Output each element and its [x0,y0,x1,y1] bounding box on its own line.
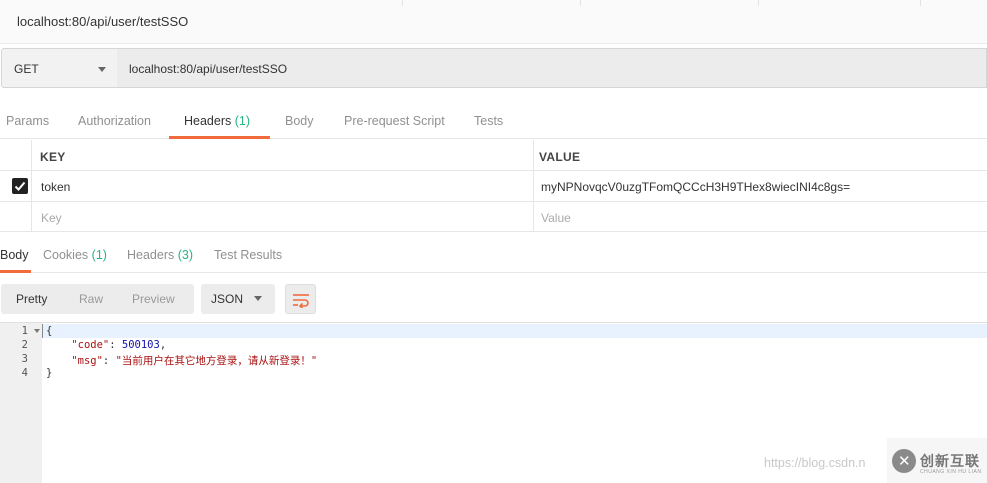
brand-logo: ✕ 创新互联 CHUANG XIN HU LIAN [887,438,987,483]
tab-response-headers-count: (3) [177,248,194,262]
tab-cookies-label: Cookies [43,248,89,262]
line-number-gutter: 1 2 3 4 [0,323,42,483]
tab-divider [758,0,759,6]
tab-tests[interactable]: Tests [474,114,503,128]
preview-button[interactable]: Preview [132,292,175,306]
new-value-input[interactable]: Value [533,202,987,231]
text-cursor [42,324,43,338]
tab-response-headers-label: Headers [127,248,175,262]
tab-response-body[interactable]: Body [0,248,29,262]
format-button-group: Pretty Raw Preview [1,284,194,314]
tab-params[interactable]: Params [6,114,49,128]
json-key-msg: "msg" [71,355,103,367]
chevron-down-icon [254,296,262,301]
url-bar: GET localhost:80/api/user/testSSO [0,48,987,88]
tab-headers-count: (1) [234,114,251,128]
tab-divider [920,0,921,6]
response-tabs: Body Cookies (1) Headers (3) Test Result… [0,240,987,273]
code-line: "msg": "当前用户在其它地方登录，请从新登录！" [71,355,318,367]
open-brace: { [46,325,53,337]
chevron-down-icon [98,67,106,72]
key-placeholder: Key [41,211,62,225]
code-line: } [46,367,52,379]
code-line: { [46,325,52,337]
value-column-header: VALUE [533,140,987,170]
key-header-label: KEY [40,150,66,164]
header-key-cell[interactable]: token [31,171,533,201]
table-row-empty: Key Value [0,202,987,232]
active-tab-underline [169,136,270,139]
wrap-lines-icon [293,294,309,308]
checkmark-icon [14,181,26,191]
json-key-code: "code" [71,339,110,351]
header-value-text: myNPNovqcV0uzgTFomQCCcH3H9THex8wiecINI4c… [541,180,851,194]
json-value-msg: "当前用户在其它地方登录，请从新登录！" [115,355,318,367]
brand-logo-text: 创新互联 [920,453,980,469]
close-brace: } [46,367,53,379]
value-placeholder: Value [541,211,571,225]
tab-response-headers[interactable]: Headers (3) [127,248,193,262]
line-number: 1 [21,325,28,337]
url-text: localhost:80/api/user/testSSO [129,62,288,76]
new-key-input[interactable]: Key [31,202,533,231]
request-tab-bar: localhost:80/api/user/testSSO [0,0,987,44]
brand-logo-icon: ✕ [892,449,916,473]
tab-divider [580,0,581,6]
value-header-label: VALUE [539,150,581,164]
wrap-lines-button[interactable] [285,284,316,314]
code-line: "code": 500103, [71,339,167,351]
line-number: 3 [21,353,28,365]
language-select[interactable]: JSON [201,284,275,314]
active-line-highlight [42,324,987,338]
raw-button[interactable]: Raw [79,292,103,306]
tab-body[interactable]: Body [285,114,314,128]
tab-cookies-count: (1) [91,248,107,262]
method-select[interactable]: GET [1,48,118,88]
table-row: token myNPNovqcV0uzgTFomQCCcH3H9THex8wie… [0,171,987,202]
line-number: 4 [21,367,28,379]
watermark-url: https://blog.csdn.n [764,456,866,470]
request-tab-title[interactable]: localhost:80/api/user/testSSO [17,14,188,29]
tab-authorization[interactable]: Authorization [78,114,151,128]
row-checkbox[interactable] [12,178,28,194]
brand-logo-subtext: CHUANG XIN HU LIAN [920,469,982,475]
tab-test-results[interactable]: Test Results [214,248,282,262]
request-tabs: Params Authorization Headers (1) Body Pr… [0,99,987,139]
json-value-code: 500103 [121,339,160,351]
tab-divider [402,0,403,6]
url-input[interactable]: localhost:80/api/user/testSSO [117,48,987,88]
header-value-cell[interactable]: myNPNovqcV0uzgTFomQCCcH3H9THex8wiecINI4c… [533,171,987,201]
active-response-tab-underline [0,270,31,273]
key-column-header: KEY [31,140,533,170]
language-label: JSON [211,292,244,306]
tab-headers-label: Headers [184,114,232,128]
tab-headers[interactable]: Headers (1) [184,114,250,128]
method-label: GET [14,62,39,76]
tab-pre-request-script[interactable]: Pre-request Script [344,114,445,128]
table-header-row: KEY VALUE [0,140,987,171]
fold-toggle-icon[interactable] [34,329,40,333]
pretty-button[interactable]: Pretty [16,292,47,306]
line-number: 2 [21,339,28,351]
header-key-text: token [41,180,71,194]
tab-cookies[interactable]: Cookies (1) [43,248,107,262]
